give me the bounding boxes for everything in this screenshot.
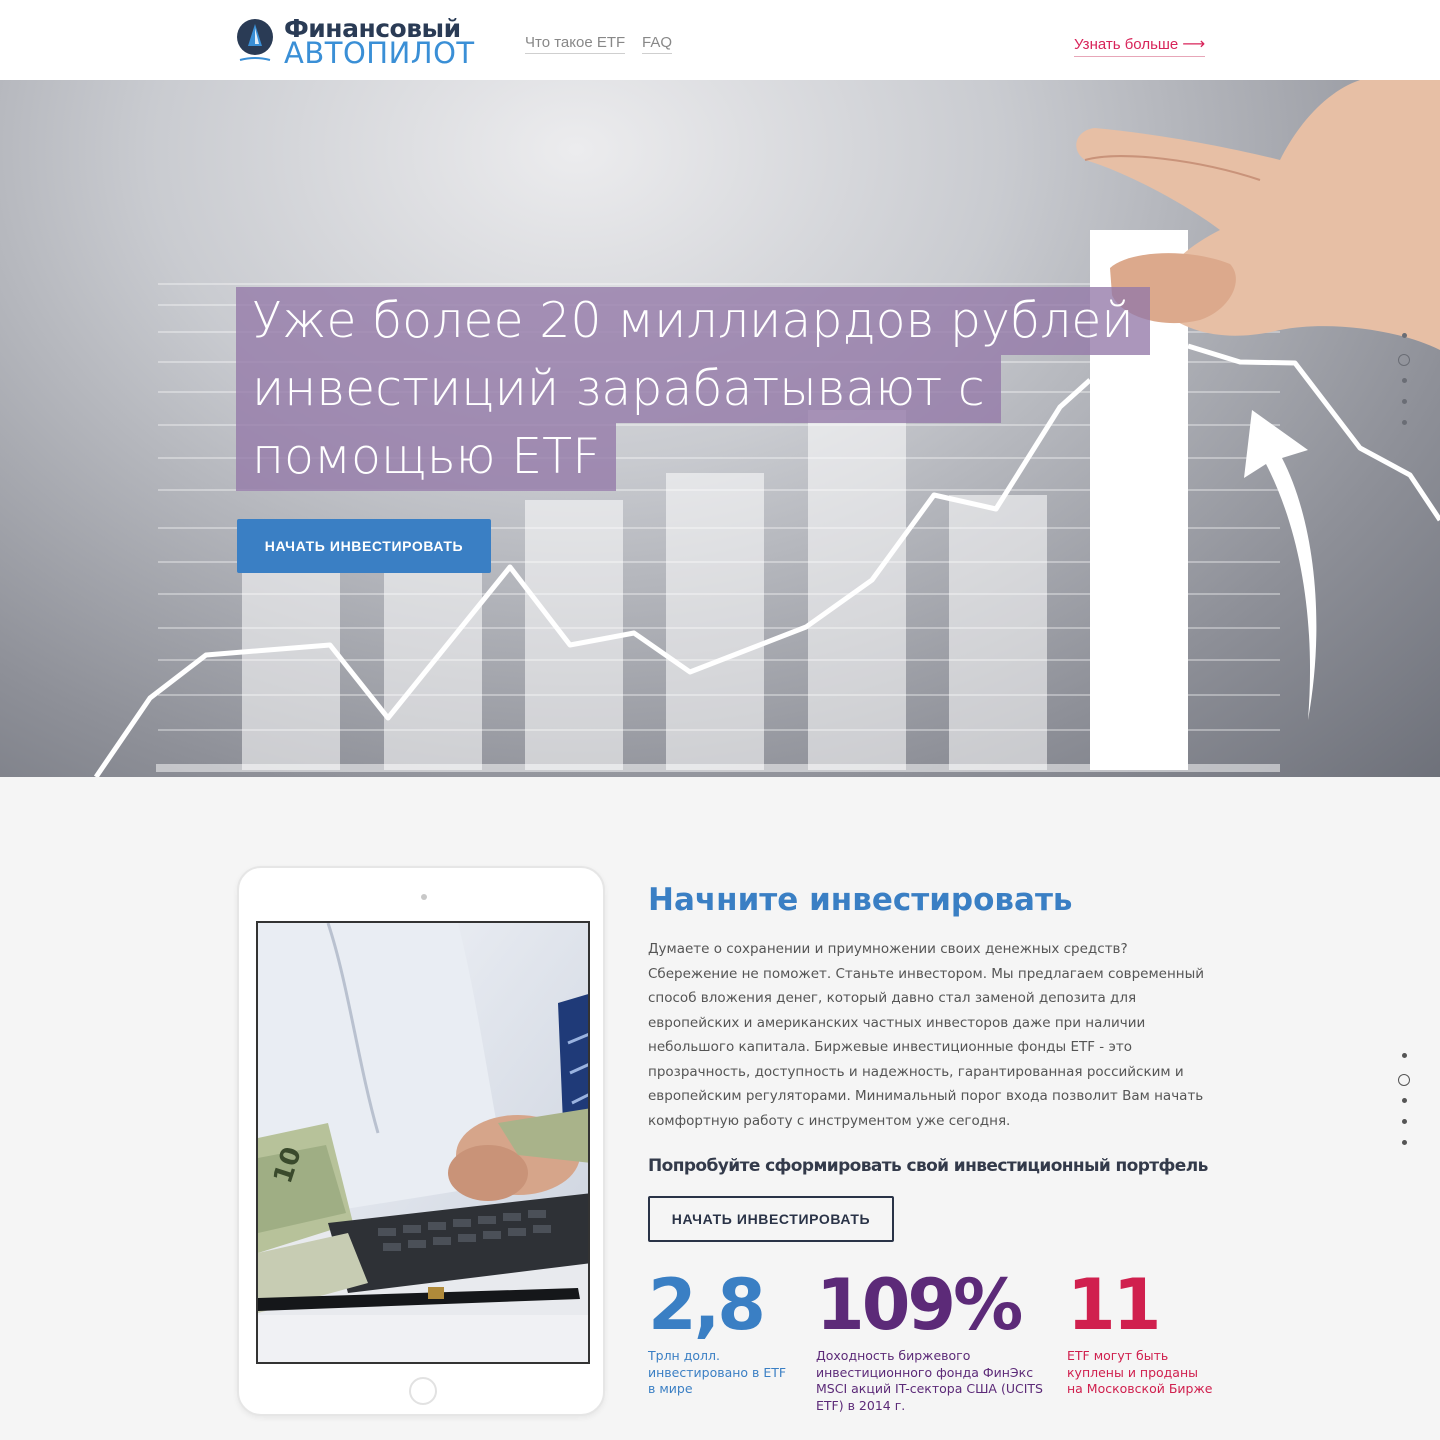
learn-more-label: Узнать больше bbox=[1074, 36, 1179, 53]
section-dot[interactable] bbox=[1401, 1119, 1407, 1124]
slide-dot[interactable] bbox=[1401, 420, 1407, 425]
learn-more-link[interactable]: Узнать больше ⟶ bbox=[1074, 34, 1206, 57]
stat-fund-return: 109% Доходность биржевого инвестиционног… bbox=[816, 1266, 1046, 1414]
section-title: Начните инвестировать bbox=[648, 882, 1073, 918]
hero-section: Уже более 20 миллиардов рублей инвестици… bbox=[0, 80, 1440, 777]
section-dot[interactable] bbox=[1401, 1140, 1407, 1145]
stat-description: Доходность биржевого инвестиционного фон… bbox=[816, 1348, 1043, 1413]
section-description: Думаете о сохранении и приумножении свои… bbox=[648, 941, 1205, 1129]
stat-description: ETF могут быть куплены и проданы на Моск… bbox=[1067, 1348, 1213, 1396]
start-investing-button[interactable]: НАЧАТЬ ИНВЕСТИРОВАТЬ bbox=[648, 1196, 894, 1242]
tablet-mockup: 10 bbox=[237, 866, 605, 1416]
section-nav-dots bbox=[1396, 1053, 1412, 1161]
nav-link-what-is-etf[interactable]: Что такое ETF bbox=[525, 34, 626, 54]
hero-headline-line-2: инвестиций зарабатывают с bbox=[236, 355, 1001, 423]
stat-number: 109% bbox=[816, 1264, 1023, 1346]
hero-start-investing-button[interactable]: НАЧАТЬ ИНВЕСТИРОВАТЬ bbox=[237, 519, 491, 573]
slide-dot[interactable] bbox=[1401, 399, 1407, 404]
slide-dot[interactable] bbox=[1401, 333, 1407, 338]
sailboat-logo-icon bbox=[237, 19, 273, 61]
nav-link-faq[interactable]: FAQ bbox=[642, 34, 673, 54]
section-dot-active[interactable] bbox=[1398, 1074, 1410, 1086]
site-logo[interactable]: Финансовый АВТОПИЛОТ bbox=[236, 14, 474, 70]
logo-subtitle: АВТОПИЛОТ bbox=[284, 36, 475, 70]
tablet-home-button-icon bbox=[409, 1377, 437, 1405]
stat-number: 11 bbox=[1067, 1264, 1161, 1346]
stat-number: 2,8 bbox=[648, 1264, 766, 1346]
tablet-screen-image: 10 bbox=[256, 921, 590, 1364]
hero-slide-dots bbox=[1396, 333, 1412, 441]
slide-dot[interactable] bbox=[1401, 378, 1407, 383]
section-dot[interactable] bbox=[1401, 1098, 1407, 1103]
portfolio-subtitle: Попробуйте сформировать свой инвестицион… bbox=[648, 1156, 1208, 1176]
stat-etf-assets: 2,8 Трлн долл. инвестировано в ETF в мир… bbox=[648, 1266, 798, 1398]
section-dot[interactable] bbox=[1401, 1053, 1407, 1058]
site-header: Финансовый АВТОПИЛОТ Что такое ETF FAQ У… bbox=[0, 0, 1440, 80]
slide-dot-active[interactable] bbox=[1398, 354, 1410, 366]
tablet-camera bbox=[421, 894, 427, 900]
hero-headline-line-3: помощью ETF bbox=[236, 423, 617, 491]
stat-description: Трлн долл. инвестировано в ETF в мире bbox=[648, 1348, 787, 1396]
hero-headline: Уже более 20 миллиардов рублей инвестици… bbox=[236, 287, 1150, 491]
arrow-right-icon: ⟶ bbox=[1182, 36, 1206, 53]
stat-etf-count: 11 ETF могут быть куплены и проданы на М… bbox=[1067, 1266, 1217, 1398]
hero-headline-line-1: Уже более 20 миллиардов рублей bbox=[236, 287, 1150, 355]
